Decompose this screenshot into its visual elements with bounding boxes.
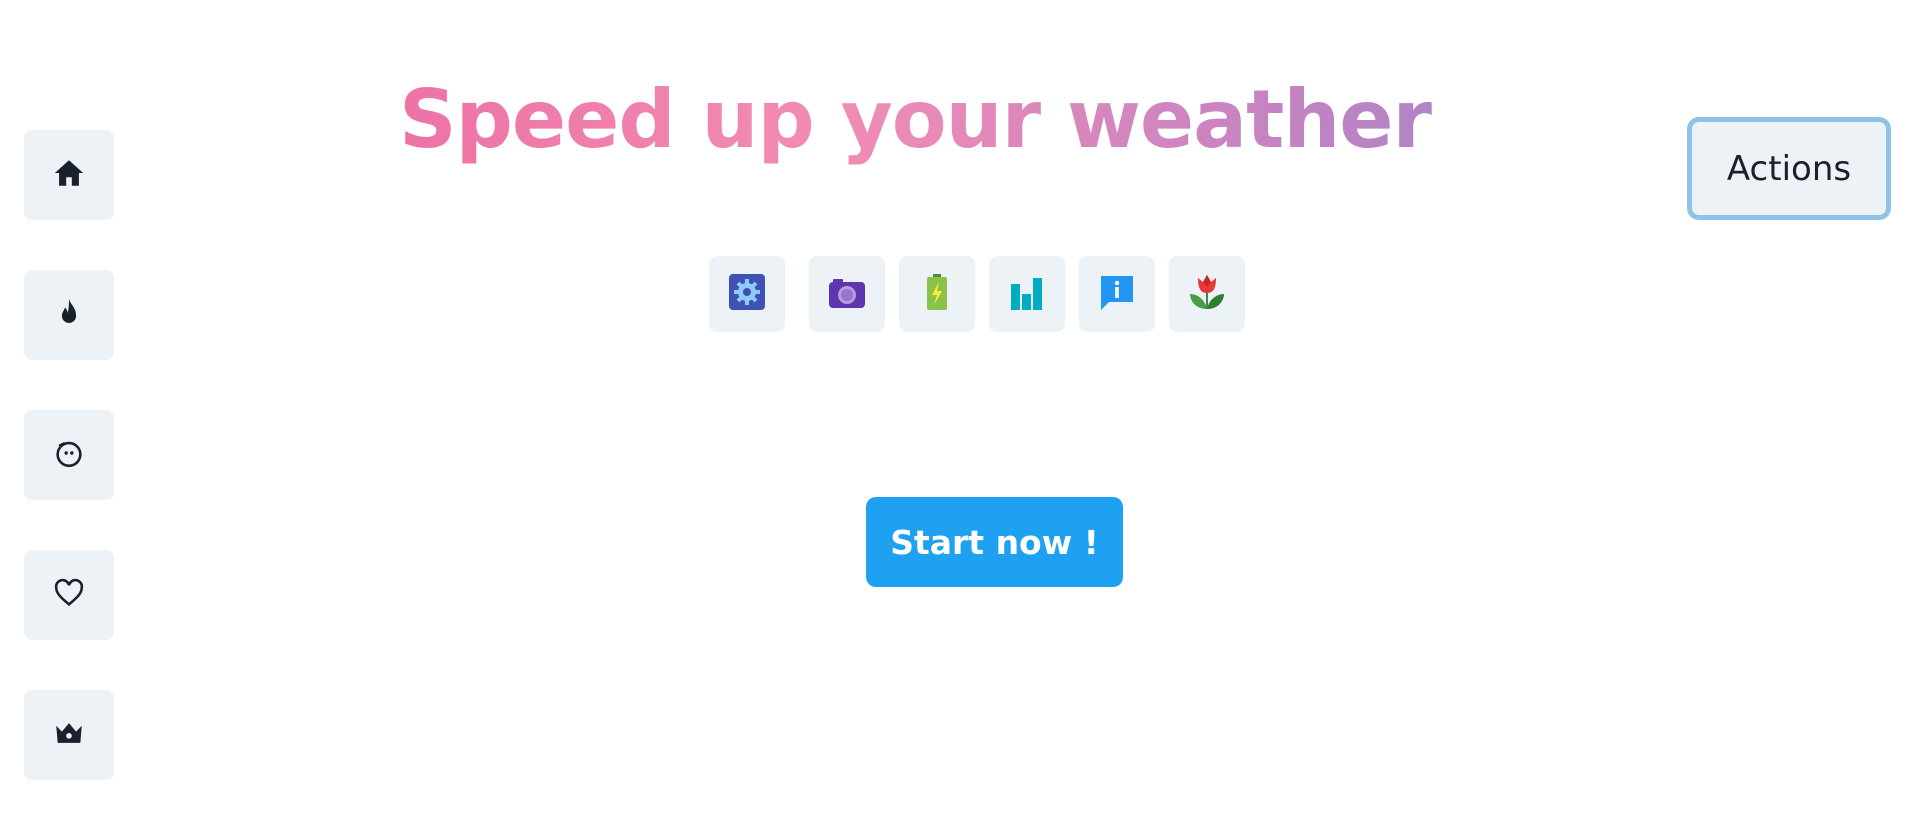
settings-icon <box>727 272 767 317</box>
tulip-icon <box>1187 272 1227 317</box>
icon-tile-row <box>709 256 1245 332</box>
sidebar-item-heart[interactable] <box>24 550 114 640</box>
sidebar-item-crown[interactable] <box>24 690 114 780</box>
tile-info[interactable] <box>1079 256 1155 332</box>
page-title: Speed up your weather <box>0 70 1830 170</box>
info-chat-icon <box>1097 272 1137 317</box>
sidebar-item-face[interactable] <box>24 410 114 500</box>
tile-battery[interactable] <box>899 256 975 332</box>
fire-icon <box>52 296 86 335</box>
tile-bar-chart[interactable] <box>989 256 1065 332</box>
crown-icon <box>52 716 86 755</box>
actions-button[interactable]: Actions <box>1687 117 1891 220</box>
tile-tulip[interactable] <box>1169 256 1245 332</box>
tile-settings[interactable] <box>709 256 785 332</box>
bar-chart-icon <box>1007 272 1047 317</box>
start-now-button[interactable]: Start now ! <box>866 497 1123 587</box>
sidebar-item-fire[interactable] <box>24 270 114 360</box>
battery-icon <box>917 272 957 317</box>
page: Speed up your weather Start now ! Action… <box>0 0 1914 827</box>
tile-camera[interactable] <box>809 256 885 332</box>
camera-icon <box>827 272 867 317</box>
left-sidebar <box>24 130 114 827</box>
heart-icon <box>52 576 86 615</box>
face-icon <box>52 436 86 475</box>
